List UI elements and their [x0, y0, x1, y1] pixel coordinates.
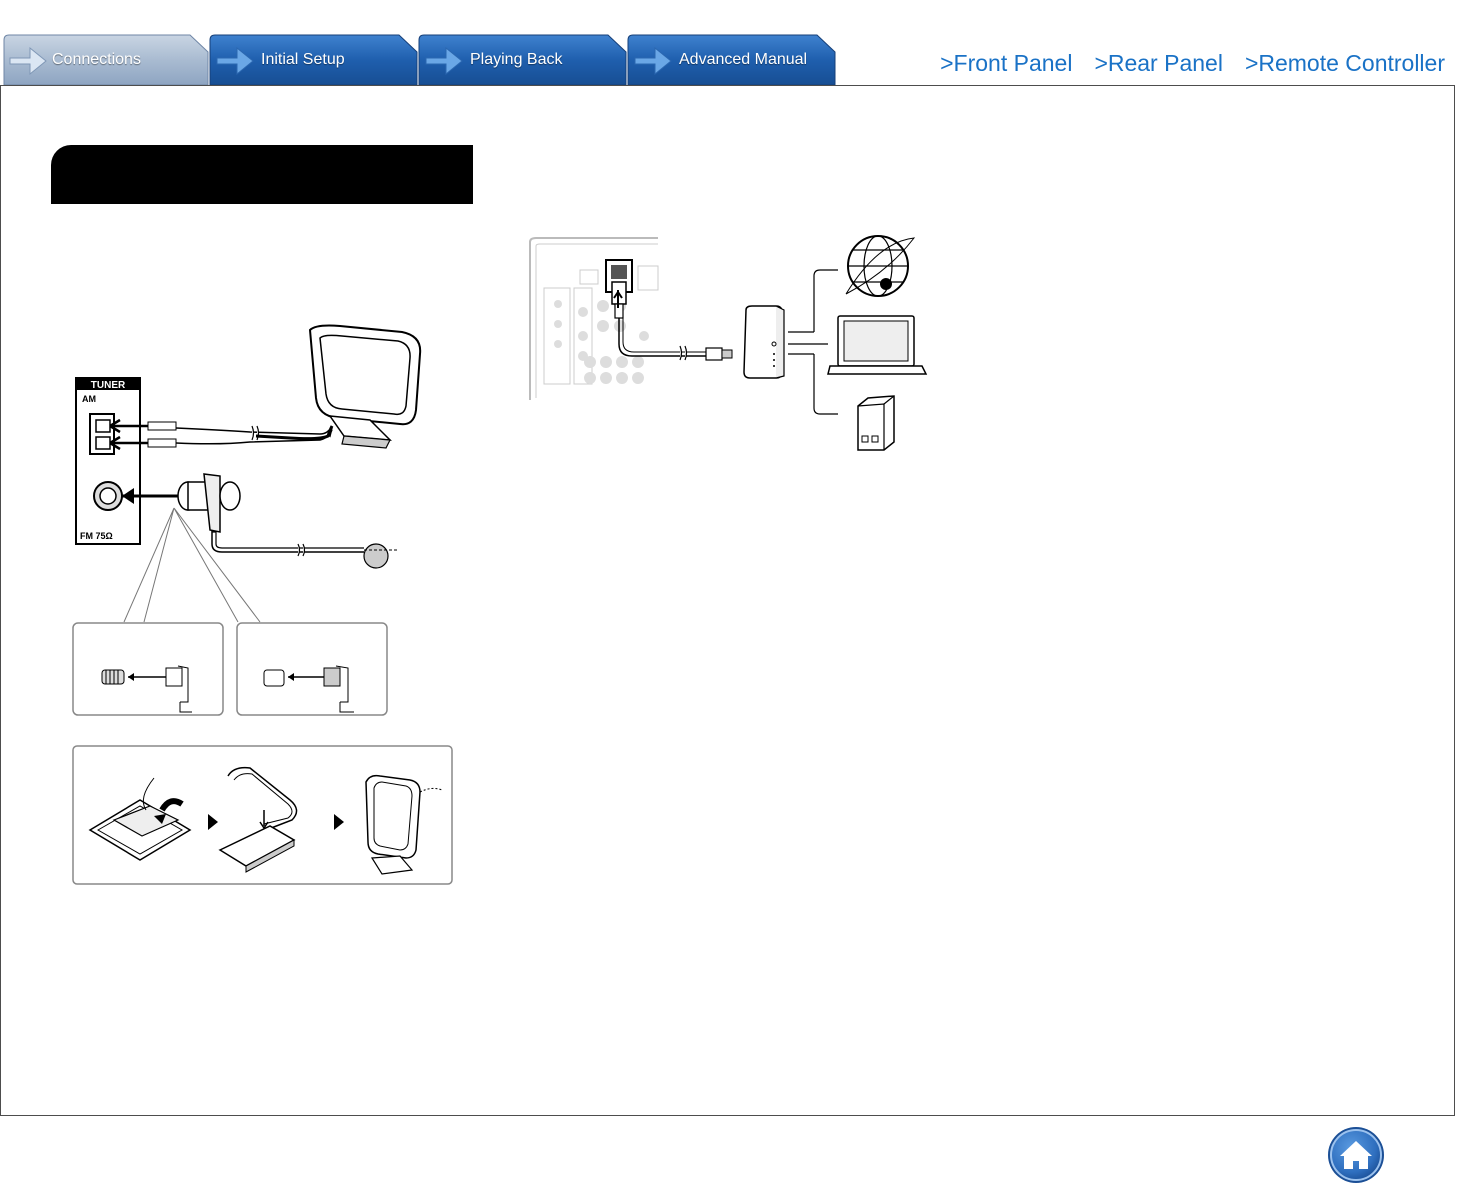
nas-server-icon	[857, 395, 895, 451]
am-loop-antenna	[255, 324, 422, 449]
front-panel-link[interactable]: >Front Panel	[940, 50, 1072, 80]
antenna-connection-diagram: TUNER AM FM 75Ω	[72, 324, 453, 885]
fm-connector-detail-push	[236, 622, 388, 716]
tab-advanced-manual[interactable]: Advanced Manual	[627, 34, 839, 85]
section-header	[51, 145, 473, 204]
fm-connector-detail-screw	[72, 622, 224, 716]
internet-globe-icon	[845, 235, 916, 297]
laptop-icon	[827, 315, 928, 375]
am-antenna-assembly-steps	[72, 745, 453, 885]
router-icon	[743, 269, 838, 415]
tab-label: Connections	[52, 51, 141, 68]
lan-port	[605, 259, 633, 319]
arrow-right-icon	[425, 46, 463, 76]
tab-label: Initial Setup	[261, 51, 345, 68]
tuner-label: TUNER	[91, 380, 126, 391]
tab-initial-setup[interactable]: Initial Setup	[209, 34, 421, 85]
ethernet-cable	[618, 318, 733, 361]
network-connection-diagram	[529, 235, 928, 451]
fm-antenna	[122, 473, 398, 623]
tab-playing-back[interactable]: Playing Back	[418, 34, 630, 85]
tab-label: Playing Back	[470, 51, 563, 68]
arrow-right-icon	[634, 46, 672, 76]
rear-panel-link[interactable]: >Rear Panel	[1094, 50, 1223, 80]
fm-label: FM 75Ω	[80, 531, 113, 541]
arrow-right-icon	[216, 46, 254, 76]
rear-panel-illustration	[529, 237, 659, 400]
tab-label: Advanced Manual	[679, 51, 808, 68]
am-wires	[109, 418, 333, 451]
tab-connections[interactable]: Connections	[0, 34, 212, 85]
home-button[interactable]	[1327, 1126, 1385, 1184]
am-label: AM	[82, 394, 96, 404]
panel-links: >Front Panel >Rear Panel >Remote Control…	[940, 50, 1445, 80]
home-icon	[1328, 1127, 1384, 1183]
arrow-right-icon	[9, 46, 47, 76]
top-tab-bar: Connections Initial Setup Playing Back A…	[0, 34, 840, 86]
remote-controller-link[interactable]: >Remote Controller	[1245, 50, 1445, 80]
tuner-panel: TUNER AM FM 75Ω	[75, 377, 141, 545]
